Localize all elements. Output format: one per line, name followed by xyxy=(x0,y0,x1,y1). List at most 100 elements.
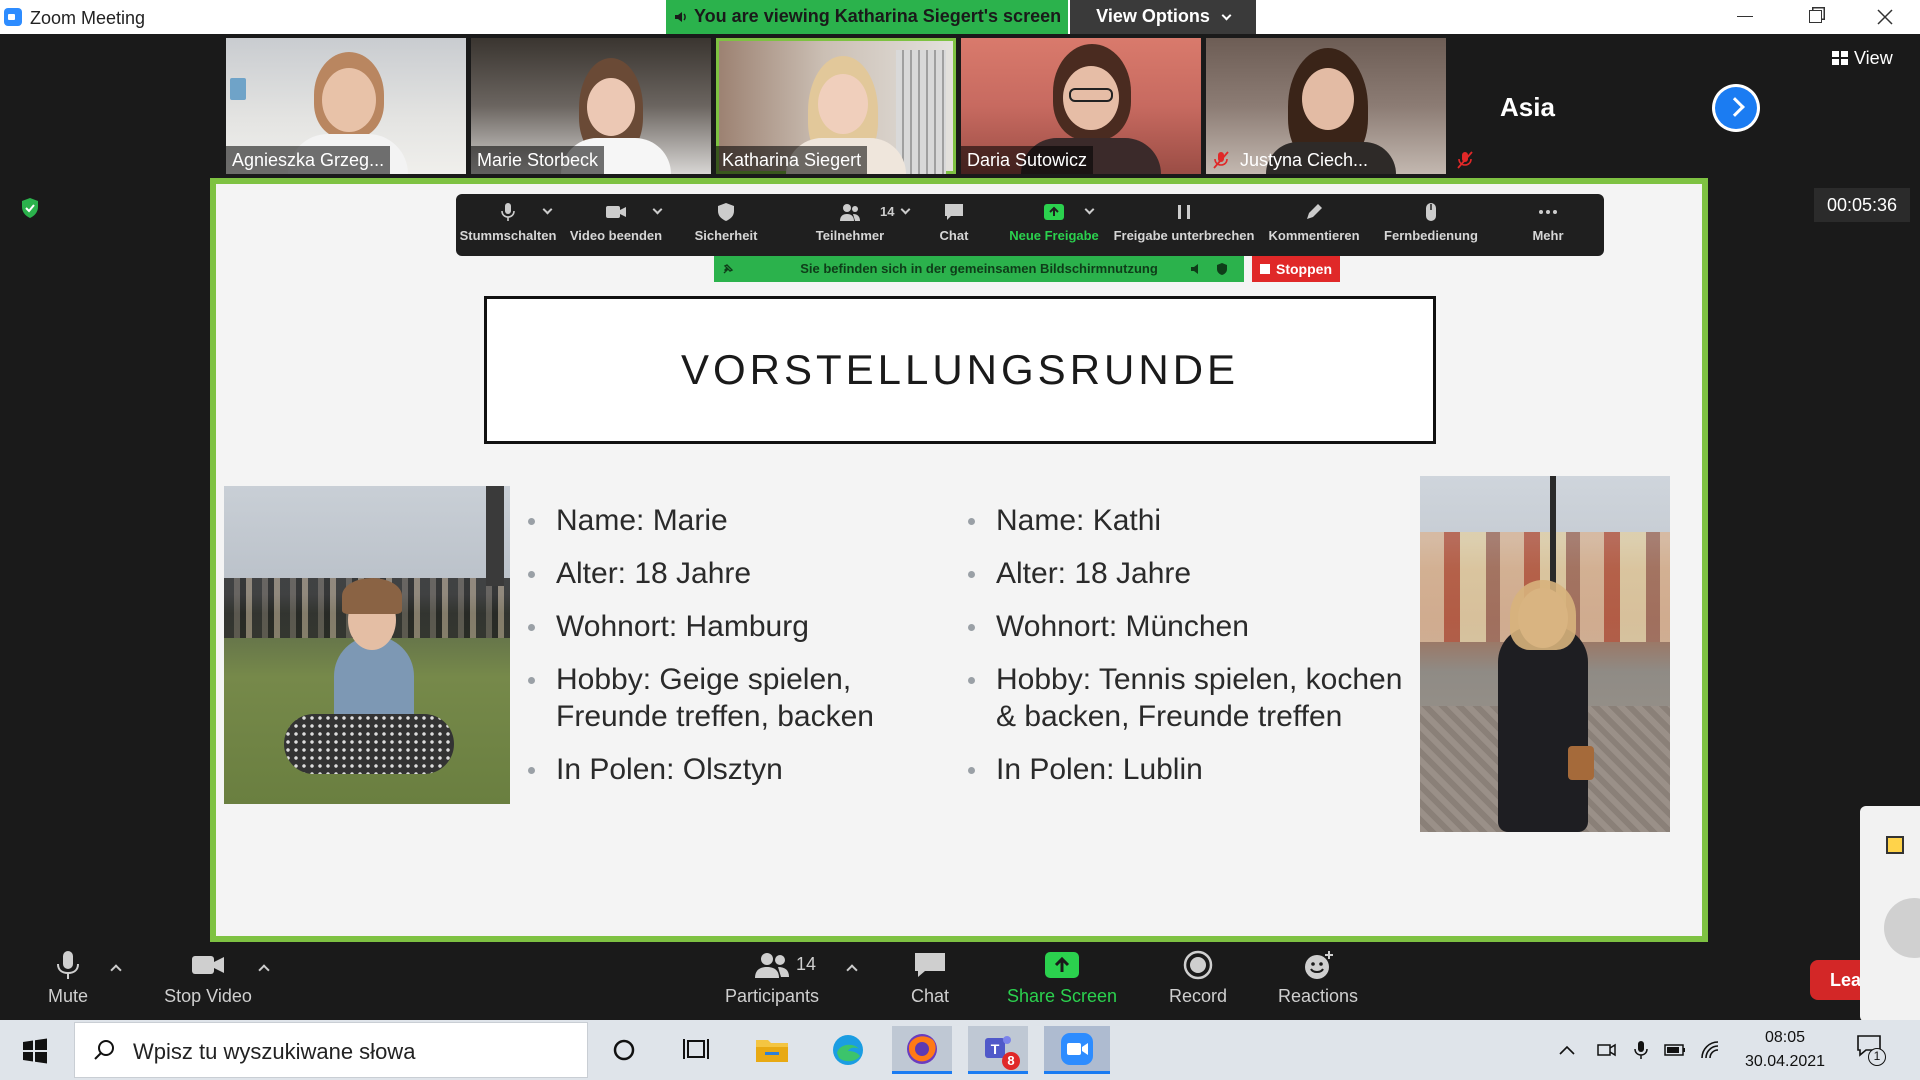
floating-side-panel[interactable] xyxy=(1860,806,1920,1022)
record-button[interactable]: Record xyxy=(1160,950,1236,1007)
list-item: Alter: 18 Jahre xyxy=(968,555,1408,592)
toolbar-mute-button[interactable]: Stummschalten xyxy=(456,194,560,256)
chat-icon xyxy=(915,953,945,977)
notifications-button[interactable]: 1 xyxy=(1856,1034,1886,1066)
view-label: View xyxy=(1854,48,1893,68)
search-icon xyxy=(94,1040,114,1060)
shield-icon xyxy=(1217,263,1227,275)
taskbar-edge[interactable] xyxy=(818,1026,878,1074)
record-label: Record xyxy=(1168,986,1228,1006)
chevron-up-icon[interactable] xyxy=(846,964,858,976)
avatar xyxy=(1884,898,1920,958)
sticky-note-icon[interactable] xyxy=(1886,836,1904,854)
view-options-button[interactable]: View Options xyxy=(1070,0,1256,34)
microphone-tray-icon[interactable] xyxy=(1630,1040,1652,1060)
toolbar-new-share-button[interactable]: Neue Freigabe xyxy=(1002,194,1106,256)
chevron-up-icon[interactable] xyxy=(258,964,270,976)
more-dots-icon xyxy=(1539,210,1557,214)
stop-video-button[interactable]: Stop Video xyxy=(156,950,260,1007)
mic-muted-icon xyxy=(1213,151,1229,169)
toolbar-security-button[interactable]: Sicherheit xyxy=(676,194,776,256)
speaker-icon xyxy=(675,12,686,22)
restore-button[interactable] xyxy=(1780,0,1850,34)
toolbar-remote-control-button[interactable]: Fernbedienung xyxy=(1376,194,1486,256)
video-camera-icon xyxy=(606,206,626,218)
toolbar-more-button[interactable]: Mehr xyxy=(1518,194,1578,256)
close-button[interactable] xyxy=(1850,0,1920,34)
taskbar-teams[interactable]: T 8 xyxy=(968,1026,1028,1074)
clock-date: 30.04.2021 xyxy=(1744,1053,1826,1070)
participants-icon xyxy=(755,953,789,978)
task-view-icon xyxy=(683,1039,709,1059)
participant-tile[interactable]: Marie Storbeck xyxy=(471,38,711,174)
view-options-label: View Options xyxy=(1096,6,1210,26)
sharing-status-banner[interactable]: Sie befinden sich in der gemeinsamen Bil… xyxy=(714,256,1244,282)
next-page-button[interactable] xyxy=(1712,84,1760,132)
participant-name-no-video[interactable]: Asia xyxy=(1500,92,1555,123)
taskbar-firefox[interactable] xyxy=(892,1026,952,1074)
share-screen-button[interactable]: Share Screen xyxy=(1004,950,1120,1007)
participant-tile-active-speaker[interactable]: Katharina Siegert xyxy=(716,38,956,174)
toolbar-item-label: Teilnehmer xyxy=(815,228,885,243)
microphone-icon xyxy=(57,951,79,979)
minimize-button[interactable] xyxy=(1710,0,1780,34)
participants-count: 14 xyxy=(796,954,817,974)
chevron-down-icon xyxy=(1221,10,1232,21)
mute-button[interactable]: Mute xyxy=(36,950,100,1007)
share-screen-icon xyxy=(1045,952,1079,978)
participant-name: Marie Storbeck xyxy=(471,146,605,174)
view-button[interactable]: View xyxy=(1832,48,1893,69)
taskbar-task-view-button[interactable] xyxy=(666,1026,726,1074)
wifi-icon[interactable] xyxy=(1700,1040,1722,1060)
stop-share-button[interactable]: Stoppen xyxy=(1252,256,1340,282)
windows-taskbar: Wpisz tu wyszukiwane słowa T 8 08:05 30.… xyxy=(0,1020,1920,1080)
microphone-icon xyxy=(501,203,515,221)
taskbar-zoom[interactable] xyxy=(1044,1026,1110,1074)
speaker-icon xyxy=(1191,264,1198,274)
list-item: Wohnort: München xyxy=(968,608,1408,645)
taskbar-file-explorer[interactable] xyxy=(742,1026,802,1074)
shield-icon xyxy=(718,203,734,221)
meeting-controls: Mute Stop Video Participants 14 Chat Sha… xyxy=(0,942,1920,1020)
toolbar-pause-share-button[interactable]: Freigabe unterbrechen xyxy=(1110,194,1258,256)
shared-screen[interactable]: Stummschalten Video beenden Sicherheit T… xyxy=(210,178,1708,942)
reactions-button[interactable]: Reactions xyxy=(1274,950,1362,1007)
list-item: In Polen: Lublin xyxy=(968,751,1408,788)
participant-name: Daria Sutowicz xyxy=(961,146,1094,174)
mic-muted-icon xyxy=(1457,151,1473,169)
window-title: Zoom Meeting xyxy=(30,8,146,28)
share-screen-label: Share Screen xyxy=(1006,986,1118,1006)
slide-photo-left xyxy=(224,486,510,804)
toolbar-stop-video-button[interactable]: Video beenden xyxy=(564,194,668,256)
chevron-up-icon[interactable] xyxy=(1556,1040,1578,1060)
restore-icon xyxy=(1808,10,1822,24)
battery-icon[interactable] xyxy=(1664,1040,1686,1060)
gallery-grid-icon xyxy=(1832,51,1848,65)
reactions-label: Reactions xyxy=(1277,986,1359,1006)
participant-tile[interactable]: Daria Sutowicz xyxy=(961,38,1201,174)
list-item: Alter: 18 Jahre xyxy=(528,555,948,592)
participant-tile[interactable]: Agnieszka Grzeg... xyxy=(226,38,466,174)
chevron-up-icon[interactable] xyxy=(110,964,122,976)
list-item: Hobby: Geige spielen, Freunde treffen, b… xyxy=(528,661,948,735)
windows-start-icon[interactable] xyxy=(22,1038,48,1064)
search-placeholder: Wpisz tu wyszukiwane słowa xyxy=(133,1039,416,1064)
taskbar-cortana-button[interactable] xyxy=(594,1026,654,1074)
close-icon xyxy=(1877,9,1893,25)
chat-button[interactable]: Chat xyxy=(898,950,962,1007)
toolbar-annotate-button[interactable]: Kommentieren xyxy=(1264,194,1364,256)
firefox-icon xyxy=(907,1034,937,1064)
system-clock[interactable]: 08:05 30.04.2021 xyxy=(1740,1026,1830,1074)
record-icon xyxy=(1183,950,1213,980)
participant-tile[interactable]: Justyna Ciech... xyxy=(1206,38,1446,174)
encryption-shield-icon[interactable] xyxy=(18,196,42,220)
toolbar-item-label: Freigabe unterbrechen xyxy=(1113,228,1255,243)
meet-now-icon[interactable] xyxy=(1596,1040,1618,1060)
edge-browser-icon xyxy=(833,1035,863,1065)
title-bar: Zoom Meeting You are viewing Katharina S… xyxy=(0,0,1920,34)
toolbar-chat-button[interactable]: Chat xyxy=(916,194,992,256)
toolbar-item-label: Kommentieren xyxy=(1268,228,1360,243)
taskbar-search-box[interactable]: Wpisz tu wyszukiwane słowa xyxy=(74,1022,588,1078)
toolbar-item-label: Video beenden xyxy=(569,228,663,243)
pause-icon xyxy=(1178,205,1190,219)
